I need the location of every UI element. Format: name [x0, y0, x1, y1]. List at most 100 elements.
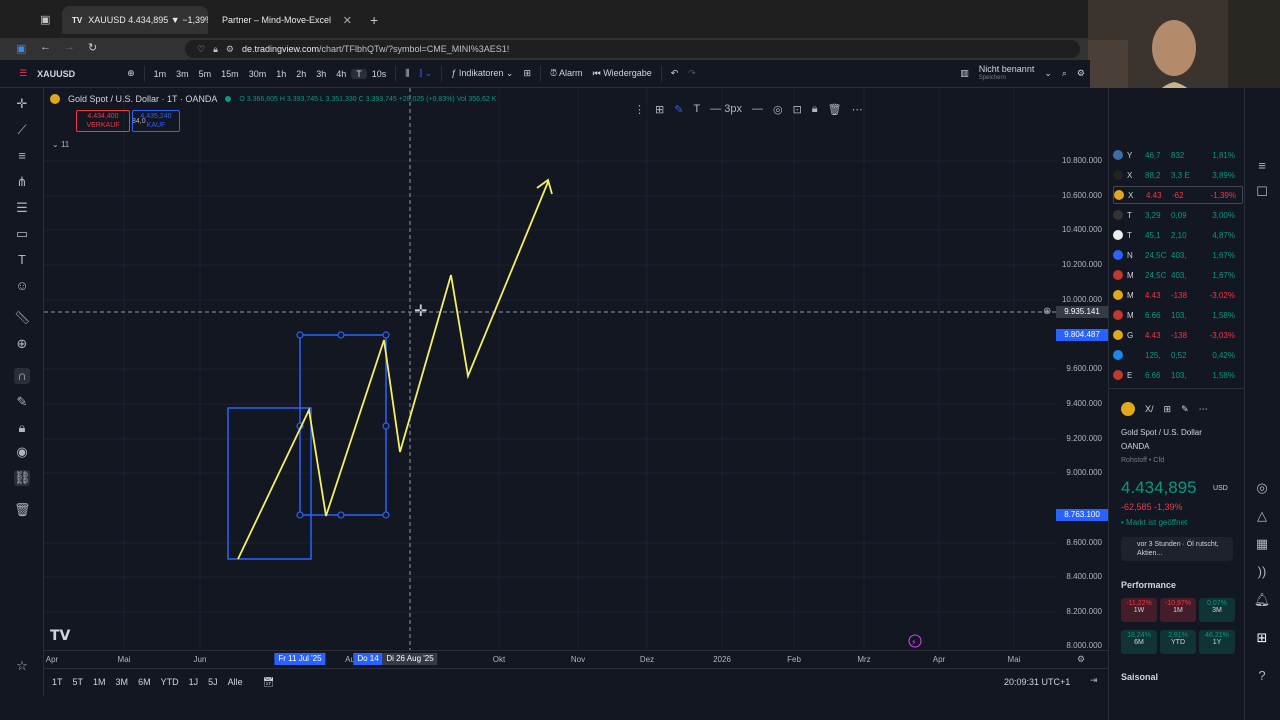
range-6M[interactable]: 6M	[138, 677, 151, 688]
performance-cell[interactable]: 46,21% 1Y	[1199, 630, 1235, 654]
alert-button[interactable]: ⏰︎ Alarm	[545, 68, 588, 79]
watchlist-row[interactable]: E 6.66 103, 1,58%	[1113, 366, 1243, 384]
range-Alle[interactable]: Alle	[228, 677, 243, 688]
text-icon[interactable]: T	[14, 252, 30, 268]
drawn-rectangle-2[interactable]	[299, 334, 387, 516]
text-color-icon[interactable]: T	[693, 103, 700, 115]
browser-tab-active[interactable]: TV XAUUSD 4.434,895 ▼ −1,39% N ✕	[62, 6, 208, 34]
ideas-rail-icon[interactable]: △	[1253, 508, 1271, 526]
layout-icon[interactable]: ▥	[955, 68, 974, 79]
toggle-panel-icon[interactable]: ⇥	[1090, 675, 1098, 686]
layout-dropdown-icon[interactable]: ⌄	[1039, 68, 1057, 79]
calendar-rail-icon[interactable]: ▦	[1253, 536, 1271, 554]
interval-3h[interactable]: 3h	[311, 69, 331, 79]
range-1M[interactable]: 1M	[93, 677, 106, 688]
horizontal-lines-icon[interactable]: ≡	[14, 148, 30, 164]
price-axis[interactable]: 10.800.000 10.600.000 10.400.000 10.200.…	[1056, 88, 1108, 650]
detail-edit-icon[interactable]: ✎	[1181, 404, 1189, 415]
indicator-collapse[interactable]: ⌄ 11	[52, 140, 69, 149]
watchlist-row[interactable]: M 24,5C 403, 1,67%	[1113, 266, 1243, 284]
new-tab-icon[interactable]: +	[370, 12, 378, 28]
stream-rail-icon[interactable]: ))	[1253, 564, 1271, 582]
interval-15m[interactable]: 15m	[216, 69, 244, 79]
interval-3m[interactable]: 3m	[171, 69, 194, 79]
magnet-icon[interactable]: ∩	[14, 368, 30, 384]
range-5T[interactable]: 5T	[73, 677, 84, 688]
watchlist-row[interactable]: Y 46,7 832 1,81%	[1113, 146, 1243, 164]
performance-cell[interactable]: 18,24% 6M	[1121, 630, 1157, 654]
detail-symbol[interactable]: X/	[1145, 404, 1154, 414]
performance-cell[interactable]: 2,91% YTD	[1160, 630, 1196, 654]
candles-icon[interactable]: ⫿ ⌄	[414, 68, 437, 79]
templates-icon[interactable]: ⊞	[518, 68, 536, 79]
interval-1h[interactable]: 1h	[271, 69, 291, 79]
watchlist-row[interactable]: T 3,29 0,09 3,00%	[1113, 206, 1243, 224]
detail-name[interactable]: Gold Spot / U.S. Dollar	[1121, 428, 1202, 437]
redo-icon[interactable]: ↷	[683, 68, 701, 79]
chat-rail-icon[interactable]: ☐	[1253, 184, 1271, 202]
seasonal-title[interactable]: Saisonal	[1121, 672, 1158, 682]
interval-4h[interactable]: 4h	[331, 69, 351, 79]
watchlist-row[interactable]: X 4.43 -62 -1,39%	[1113, 186, 1243, 204]
fib-icon[interactable]: ☰	[14, 200, 30, 216]
compare-icon[interactable]: ⊕	[122, 68, 140, 79]
range-3M[interactable]: 3M	[116, 677, 129, 688]
chart-canvas[interactable]: ✛ TV ⚡	[44, 88, 1056, 650]
watchlist-row[interactable]: X 88,2 3,3 E 3,89%	[1113, 166, 1243, 184]
drawn-projection-path[interactable]	[237, 181, 549, 560]
target-rail-icon[interactable]: ◎	[1253, 480, 1271, 498]
legend-title[interactable]: Gold Spot / U.S. Dollar · 1T · OANDA	[68, 94, 217, 104]
emoji-icon[interactable]: ☺	[14, 278, 30, 294]
stay-drawing-icon[interactable]: ✎	[14, 394, 30, 410]
indicators-button[interactable]: ƒ Indikatoren ⌄	[446, 68, 518, 79]
window-menu-icon[interactable]: ▣	[40, 13, 50, 26]
user-avatar-icon[interactable]: ☰	[14, 68, 32, 79]
performance-cell[interactable]: -11,22% 1W	[1121, 598, 1157, 622]
layout-name-button[interactable]: Nicht benannt Speichern	[974, 64, 1040, 83]
visibility-icon[interactable]: ◎	[773, 103, 783, 116]
date-range-calendar-icon[interactable]: 📅︎	[263, 677, 274, 688]
rectangle-icon[interactable]: ▭	[14, 226, 30, 242]
lock-drawing-icon[interactable]: 🔒︎	[812, 103, 818, 116]
line-color-icon[interactable]: ✎	[674, 103, 683, 116]
ruler-icon[interactable]: 📏︎	[14, 310, 31, 326]
help-rail-icon[interactable]: ?	[1253, 668, 1271, 686]
replay-button[interactable]: ⏮︎ Wiedergabe	[588, 68, 657, 79]
symbol-search[interactable]: XAUUSD	[32, 69, 122, 79]
zoom-icon[interactable]: ⊕	[14, 336, 30, 352]
interval-2h[interactable]: 2h	[291, 69, 311, 79]
trash-icon[interactable]: 🗑︎	[14, 502, 31, 518]
watchlist-row[interactable]: M 6.66 103, 1,58%	[1113, 306, 1243, 324]
interval-10s[interactable]: 10s	[367, 69, 392, 79]
performance-cell[interactable]: 0,07% 3M	[1199, 598, 1235, 622]
time-axis[interactable]: Apr Mai Jun Fr 11 Jul '25 Au Do 14 Di 26…	[44, 650, 1108, 668]
buy-button[interactable]: 4.435,240 KAUF	[132, 110, 180, 132]
quick-search-icon[interactable]: ⌕	[1057, 68, 1072, 79]
undo-icon[interactable]: ↶	[666, 68, 684, 79]
axis-settings-icon[interactable]: ⚙	[1077, 654, 1085, 665]
trendline-icon[interactable]: ⟋	[14, 122, 30, 138]
reload-icon[interactable]: ↻	[88, 41, 97, 54]
more-icon[interactable]: ⋯	[852, 103, 863, 116]
news-card[interactable]: vor 3 Stunden · Öl rutscht, Aktien...	[1121, 537, 1233, 561]
interval-5m[interactable]: 5m	[194, 69, 217, 79]
line-width-icon[interactable]: — 3px	[710, 103, 742, 115]
interval-1m[interactable]: 1m	[149, 69, 172, 79]
favorites-star-icon[interactable]: ☆	[14, 658, 30, 674]
notifications-rail-icon[interactable]: 🔔︎	[1253, 592, 1271, 610]
drag-handle-icon[interactable]: ⋮	[634, 103, 645, 116]
alert-drawing-icon[interactable]: ⊡	[793, 103, 802, 116]
watchlist-rail-icon[interactable]: ≡	[1253, 158, 1271, 176]
templates-icon[interactable]: ⊞	[655, 103, 664, 116]
watchlist-row[interactable]: N 24,5C 403, 1,67%	[1113, 246, 1243, 264]
site-settings-icon[interactable]: ⚙	[226, 44, 234, 55]
detail-layout-icon[interactable]: ⊞	[1164, 404, 1172, 415]
add-alert-icon[interactable]: ⊕	[1043, 306, 1051, 317]
range-1T[interactable]: 1T	[52, 677, 63, 688]
settings-icon[interactable]: ⚙	[1072, 68, 1090, 79]
utc-clock[interactable]: 20:09:31 UTC+1	[1004, 677, 1070, 687]
interval-30m[interactable]: 30m	[244, 69, 272, 79]
range-YTD[interactable]: YTD	[161, 677, 179, 688]
bar-style-icon[interactable]: ⫼	[400, 68, 414, 79]
watchlist-row[interactable]: M 4.43 -138 -3,02%	[1113, 286, 1243, 304]
